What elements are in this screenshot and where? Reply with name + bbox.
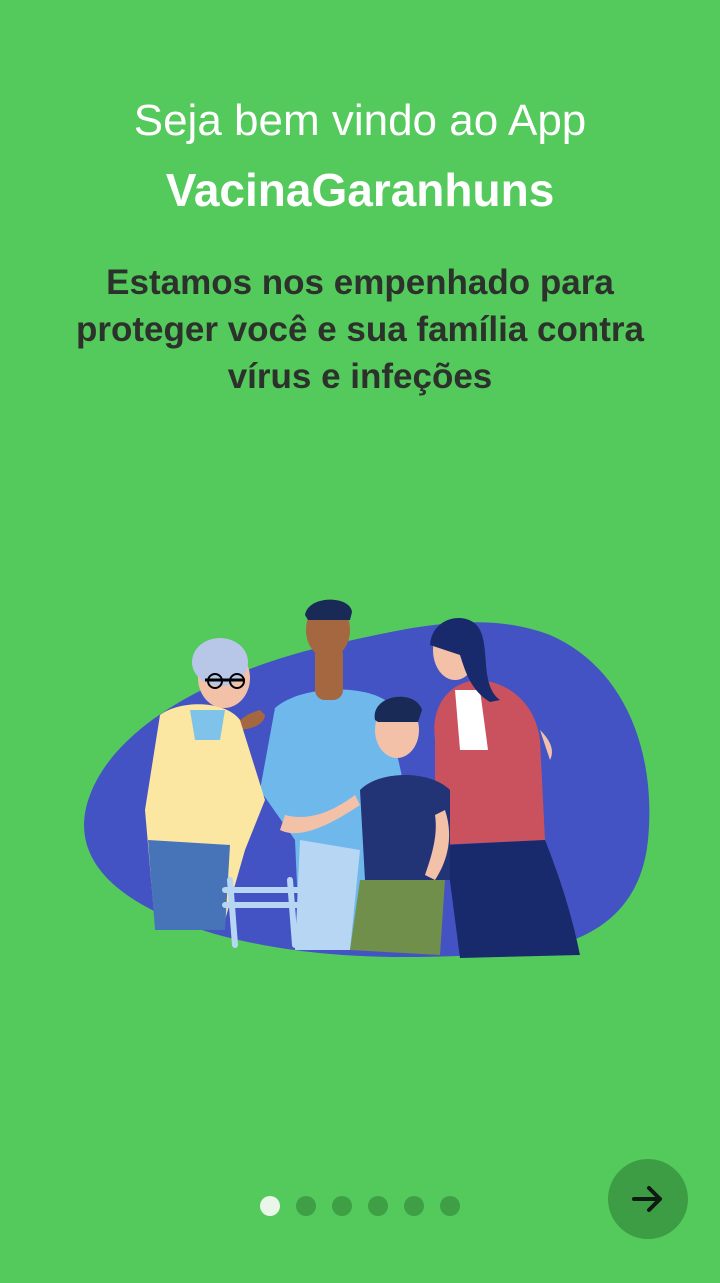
onboarding-description: Estamos nos empenhado para proteger você… [76, 263, 644, 396]
page-dot[interactable] [332, 1196, 352, 1216]
welcome-heading: Seja bem vindo ao App [133, 96, 587, 145]
onboarding-screen: Seja bem vindo ao App VacinaGaranhuns Es… [0, 0, 720, 1283]
page-dot[interactable] [440, 1196, 460, 1216]
family-illustration [84, 599, 650, 958]
arrow-right-icon [632, 1186, 662, 1212]
next-button[interactable] [608, 1159, 688, 1239]
page-dot[interactable] [368, 1196, 388, 1216]
page-dot-active[interactable] [260, 1196, 280, 1216]
page-dot[interactable] [404, 1196, 424, 1216]
page-dot[interactable] [296, 1196, 316, 1216]
app-name-title: VacinaGaranhuns [165, 164, 555, 216]
